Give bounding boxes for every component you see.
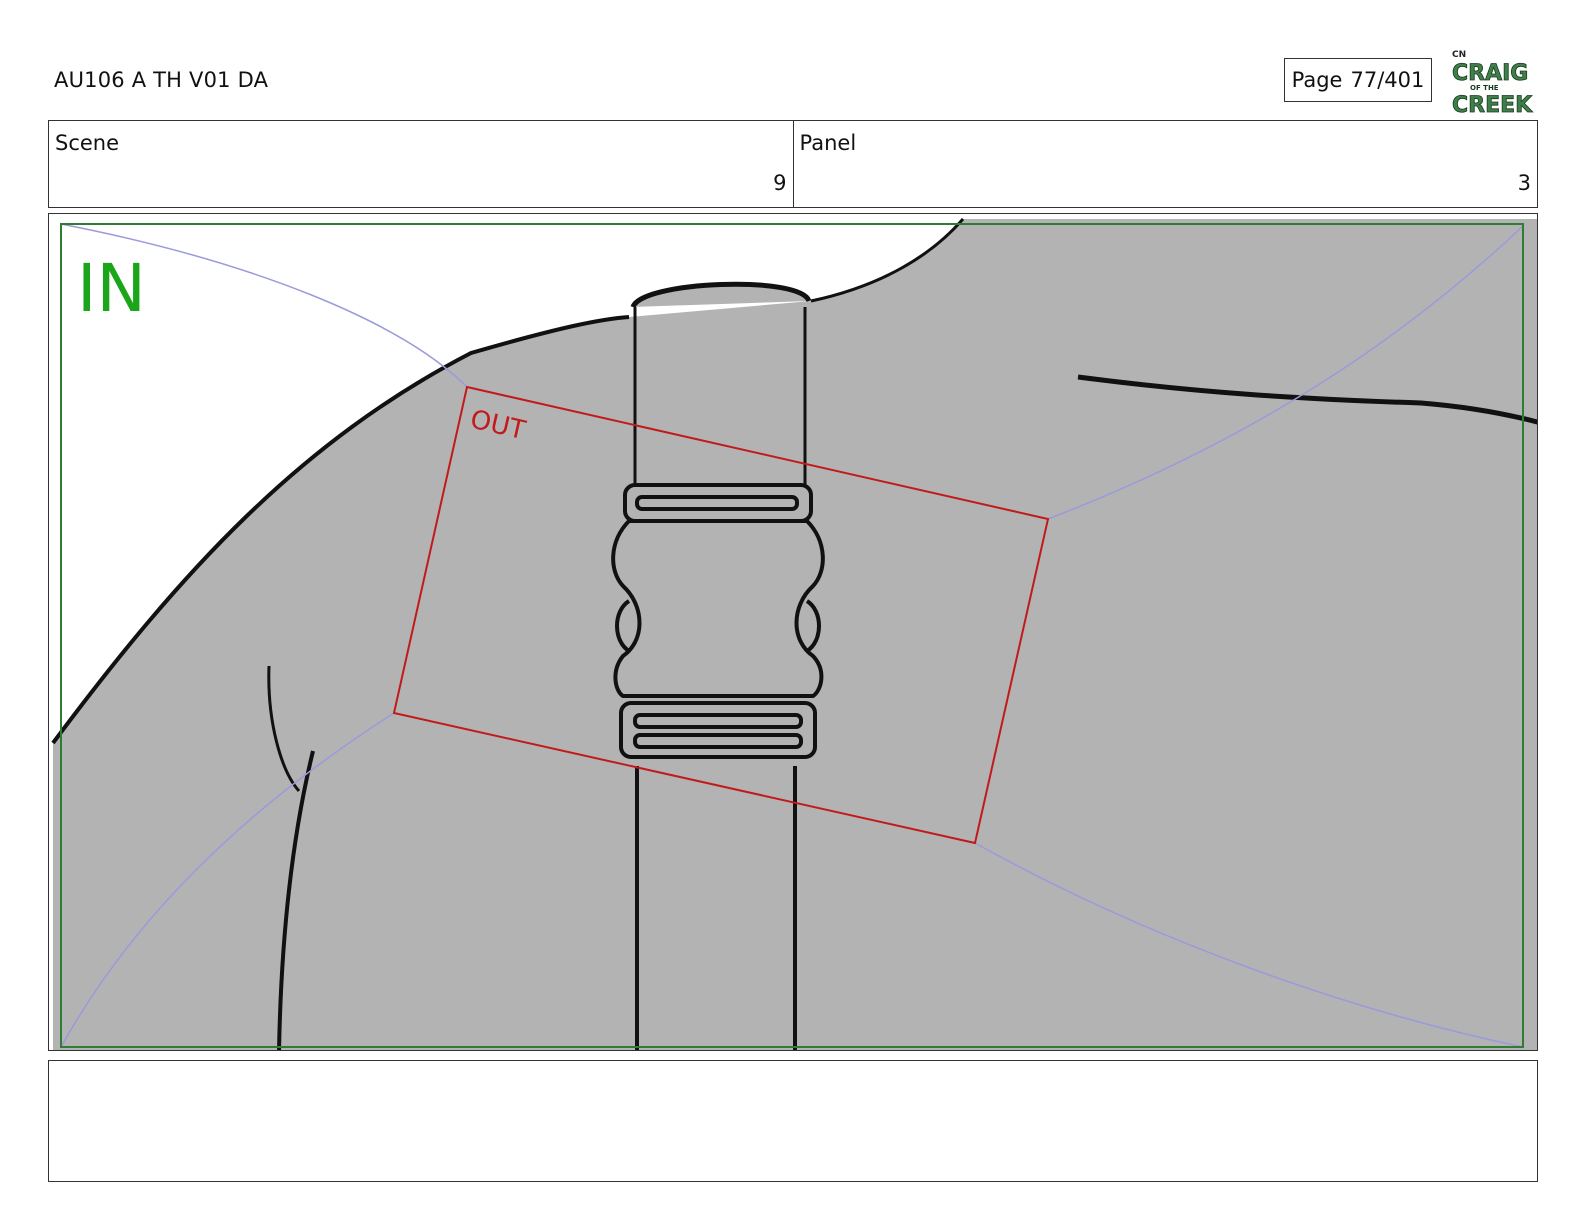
scene-label: Scene (55, 131, 120, 155)
logo-word-ofthe: OF THE (1470, 84, 1499, 92)
panel-label: Panel (799, 131, 857, 155)
panel-cell: Panel 3 (792, 121, 1538, 207)
page-label: Page (1291, 68, 1343, 92)
panel-drawing: IN OUT (51, 218, 1537, 1050)
logo-network: CN (1452, 50, 1466, 60)
logo-word-craig: CRAIG (1452, 61, 1528, 86)
storyboard-panel: IN OUT (48, 213, 1538, 1051)
buckle-body (611, 519, 825, 698)
in-frame-label: IN (77, 250, 146, 327)
scene-panel-table: Scene 9 Panel 3 (48, 120, 1538, 208)
page-number: 77/401 (1350, 68, 1425, 92)
buckle-bottom-slot-2 (633, 733, 803, 749)
scene-cell: Scene 9 (49, 121, 793, 207)
panel-number: 3 (1517, 171, 1531, 195)
buckle (611, 483, 825, 759)
page-counter: Page 77/401 (1284, 58, 1432, 102)
buckle-top-slot (635, 495, 799, 511)
logo-word-creek: CREEK (1452, 93, 1533, 116)
scene-number: 9 (773, 171, 787, 195)
panel-notes (48, 1060, 1538, 1182)
show-logo: CN CRAIG OF THE CREEK (1452, 50, 1534, 116)
document-title: AU106 A TH V01 DA (54, 68, 269, 92)
buckle-bottom-slot-1 (633, 713, 803, 729)
